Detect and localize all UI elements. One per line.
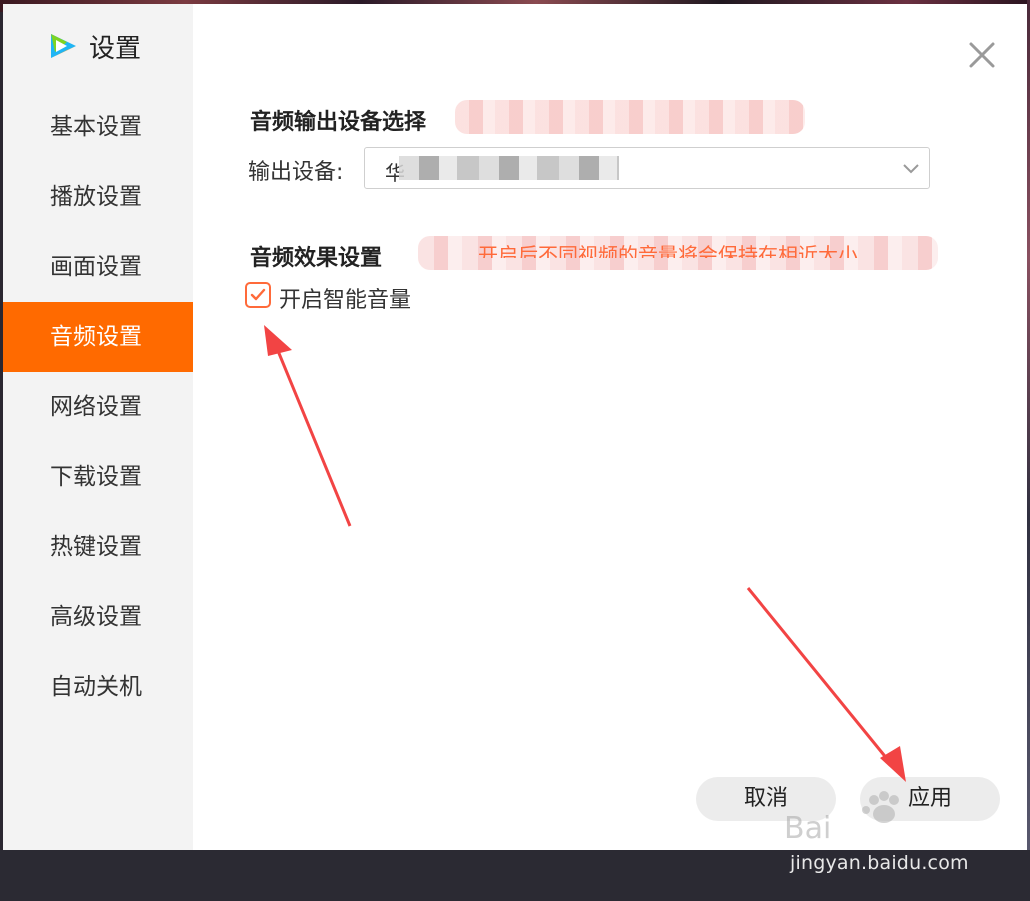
dialog-title: 设置 — [89, 33, 142, 64]
app-logo-icon — [51, 34, 76, 58]
watermark-url: jingyan.baidu.com — [790, 852, 969, 874]
sidebar-item-playback[interactable]: 播放设置 — [3, 162, 193, 232]
close-icon[interactable] — [965, 38, 999, 72]
chevron-down-icon — [903, 164, 919, 174]
checkmark-icon — [250, 288, 266, 301]
smart-volume-checkbox[interactable] — [245, 282, 271, 308]
sidebar-item-auto-shutdown[interactable]: 自动关机 — [3, 652, 193, 722]
sidebar-item-download[interactable]: 下载设置 — [3, 442, 193, 512]
smart-volume-label[interactable]: 开启智能音量 — [279, 282, 411, 314]
sidebar-item-hotkeys[interactable]: 热键设置 — [3, 512, 193, 582]
output-device-select[interactable]: 华 — [364, 147, 930, 189]
output-device-label: 输出设备: — [248, 160, 344, 185]
sidebar-item-audio[interactable]: 音频设置 — [3, 302, 193, 372]
settings-sidebar: 设置 基本设置 播放设置 画面设置 音频设置 网络设置 下载设置 热键设置 高级… — [3, 4, 193, 850]
sidebar-item-basic[interactable]: 基本设置 — [3, 92, 193, 162]
sidebar-nav: 基本设置 播放设置 画面设置 音频设置 网络设置 下载设置 热键设置 高级设置 … — [3, 92, 193, 722]
sidebar-item-advanced[interactable]: 高级设置 — [3, 582, 193, 652]
sidebar-item-picture[interactable]: 画面设置 — [3, 232, 193, 302]
sidebar-item-network[interactable]: 网络设置 — [3, 372, 193, 442]
baidu-watermark-logo: Bai — [784, 791, 899, 846]
smart-volume-hint: 开启后不同视频的音量将会保持在相近大小 — [478, 243, 858, 258]
svg-text:Bai: Bai — [784, 811, 831, 846]
app-title-row: 设置 — [47, 30, 142, 64]
audio-output-section-title: 音频输出设备选择 — [250, 110, 427, 135]
audio-effect-section-title: 音频效果设置 — [250, 246, 383, 271]
redacted-output-note — [455, 100, 805, 134]
redacted-device-name — [399, 156, 619, 180]
